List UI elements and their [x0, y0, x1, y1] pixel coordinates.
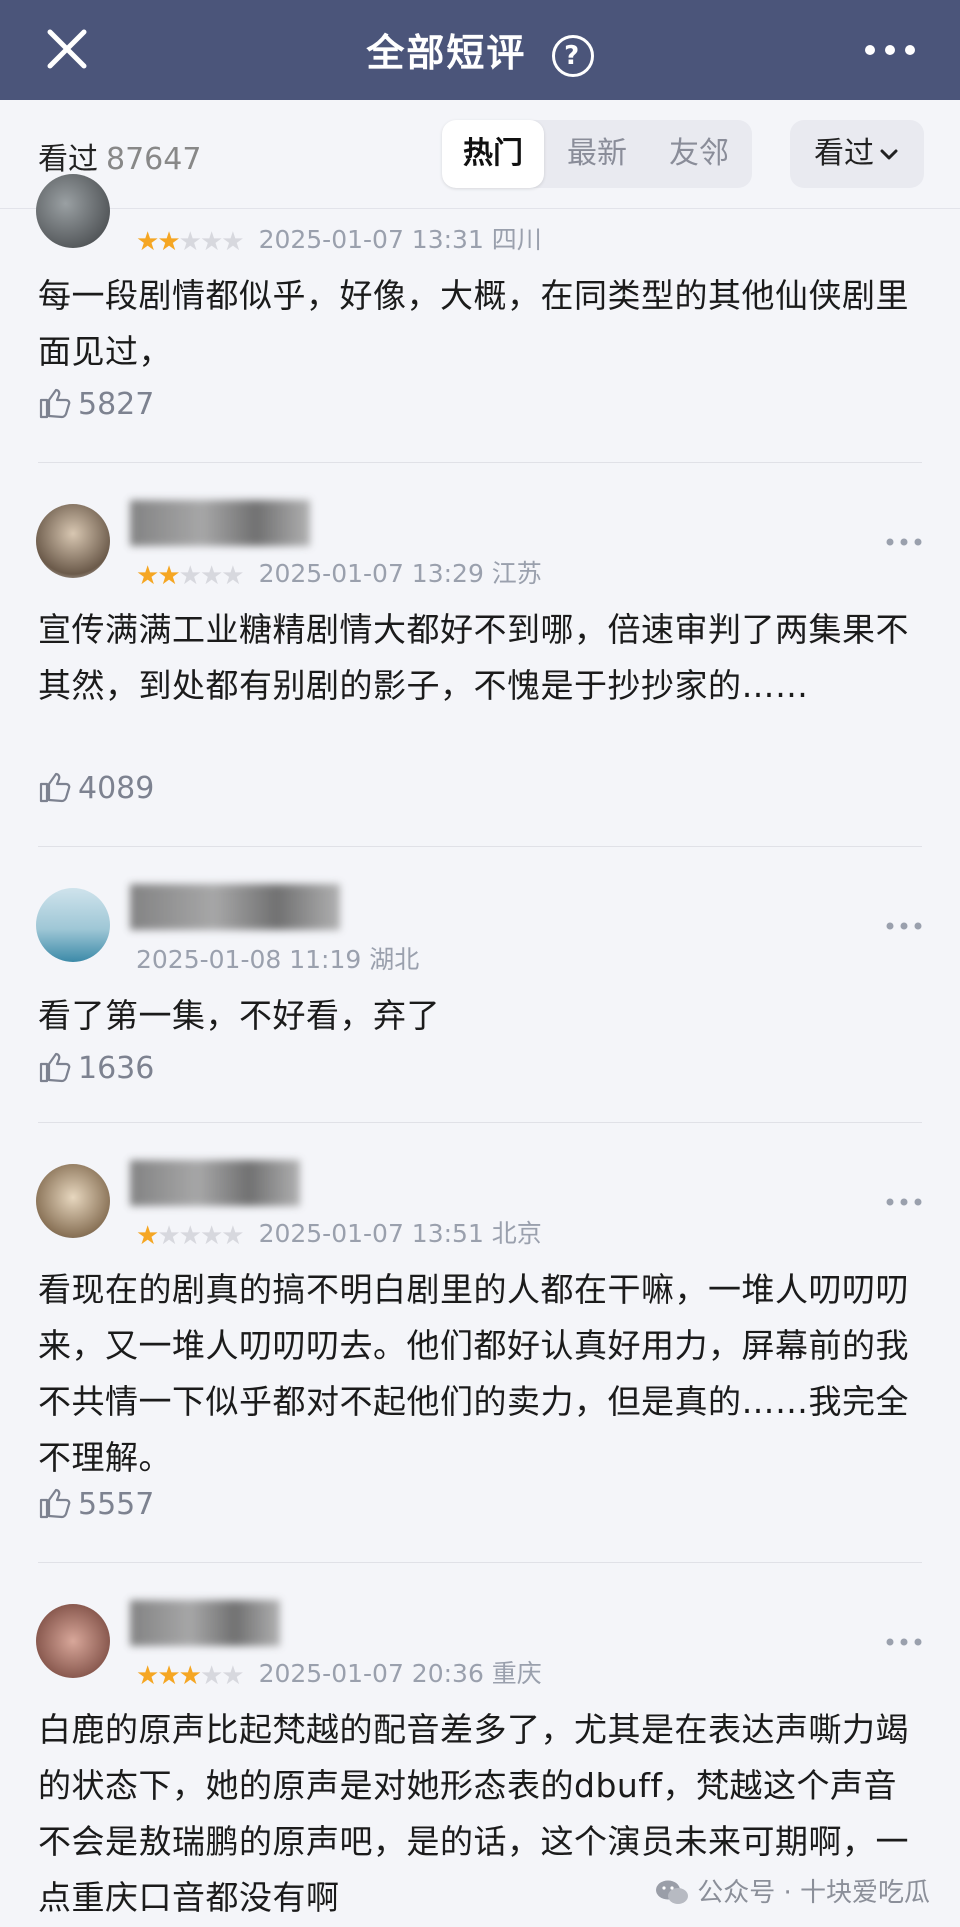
chevron-down-icon	[880, 149, 898, 159]
comment-text: 看了第一集，不好看，弃了	[38, 996, 440, 1035]
thumbs-up-icon	[39, 1052, 71, 1083]
star-filled-icon: ★	[136, 227, 160, 257]
like-button[interactable]: 5827	[38, 386, 154, 422]
filter-bar: 看过 87647 热门 最新 友邻 看过	[0, 100, 960, 209]
like-count: 5827	[78, 387, 155, 422]
like-count: 4089	[78, 771, 155, 806]
comment-location: 四川	[491, 225, 542, 254]
star-rating: ★★★★★	[136, 1661, 245, 1691]
comment-location: 重庆	[491, 1659, 542, 1688]
comment-location: 北京	[491, 1219, 542, 1248]
like-count: 1636	[78, 1051, 155, 1086]
divider	[38, 462, 922, 463]
divider	[38, 1122, 922, 1123]
like-button[interactable]: 1636	[38, 1050, 154, 1086]
page-title-wrap: 全部短评 ?	[0, 22, 960, 77]
thumbs-up-icon	[39, 388, 71, 419]
username-redacted	[130, 1600, 280, 1646]
tab-latest[interactable]: 最新	[546, 120, 648, 188]
star-empty-icon: ★	[199, 1661, 224, 1691]
avatar[interactable]	[36, 174, 110, 248]
comment-location: 江苏	[491, 559, 542, 588]
comment-date: 2025-01-07 13:31	[258, 225, 484, 254]
star-empty-icon: ★	[199, 227, 224, 257]
username-redacted	[130, 500, 310, 546]
comment-text: 看现在的剧真的搞不明白剧里的人都在干嘛，一堆人叨叨叨来，又一堆人叨叨叨去。他们都…	[38, 1270, 909, 1477]
like-button[interactable]: 4089	[38, 770, 154, 806]
avatar[interactable]	[36, 504, 110, 578]
star-empty-icon: ★	[221, 227, 245, 257]
divider	[38, 846, 922, 847]
watched-number: 87647	[106, 142, 202, 177]
username-redacted	[130, 884, 340, 930]
comment-date: 2025-01-07 13:29	[258, 559, 484, 588]
star-empty-icon: ★	[178, 227, 202, 257]
comment-location: 湖北	[369, 945, 420, 974]
comment-meta: ★★★★★ 2025-01-07 13:51 北京	[136, 1214, 542, 1251]
star-filled-icon: ★	[136, 561, 160, 591]
status-filter-label: 看过	[814, 136, 874, 171]
top-nav-bar: 全部短评 ?	[0, 0, 960, 100]
watched-label: 看过	[38, 142, 98, 177]
watermark: 公众号 · 十块爱吃瓜	[655, 1872, 930, 1909]
help-icon[interactable]: ?	[551, 34, 594, 77]
star-rating: ★★★★★	[136, 227, 245, 257]
comment-meta: 2025-01-08 11:19 湖北	[136, 940, 419, 976]
divider	[38, 1562, 922, 1563]
watched-count: 看过 87647	[38, 134, 201, 178]
star-filled-icon: ★	[136, 1221, 160, 1251]
comment-more-icon[interactable]	[884, 1632, 924, 1652]
star-empty-icon: ★	[157, 1221, 181, 1251]
like-button[interactable]: 5557	[38, 1486, 154, 1522]
thumbs-up-icon	[39, 772, 71, 803]
watermark-text: 公众号 · 十块爱吃瓜	[697, 1878, 930, 1908]
comment-more-icon[interactable]	[884, 532, 924, 552]
star-filled-icon: ★	[178, 1661, 202, 1691]
avatar[interactable]	[36, 1164, 110, 1238]
comment-meta: ★★★★★ 2025-01-07 13:31 四川	[136, 220, 542, 257]
star-filled-icon: ★	[157, 1661, 181, 1691]
star-empty-icon: ★	[199, 1221, 224, 1251]
wechat-icon	[656, 1880, 689, 1904]
star-filled-icon: ★	[157, 227, 181, 257]
like-count: 5557	[78, 1487, 155, 1522]
sort-tabs: 热门 最新 友邻	[442, 120, 752, 188]
star-filled-icon: ★	[157, 561, 181, 591]
tab-hot[interactable]: 热门	[442, 120, 544, 188]
page-title: 全部短评	[366, 31, 527, 75]
comment-text: 每一段剧情都似乎，好像，大概，在同类型的其他仙侠剧里面见过，	[38, 276, 909, 371]
comment-meta: ★★★★★ 2025-01-07 13:29 江苏	[136, 554, 542, 591]
comment-meta: ★★★★★ 2025-01-07 20:36 重庆	[136, 1654, 542, 1691]
star-rating: ★★★★★	[136, 561, 245, 591]
tab-friends[interactable]: 友邻	[648, 120, 750, 188]
star-empty-icon: ★	[178, 1221, 202, 1251]
comment-date: 2025-01-07 20:36	[258, 1659, 484, 1688]
comment-more-icon[interactable]	[884, 1192, 924, 1212]
comment-date: 2025-01-07 13:51	[258, 1219, 484, 1248]
comment-text: 宣传满满工业糖精剧情大都好不到哪，倍速审判了两集果不其然，到处都有别剧的影子，不…	[38, 610, 909, 705]
username-redacted	[130, 1160, 300, 1206]
star-empty-icon: ★	[199, 561, 224, 591]
avatar[interactable]	[36, 888, 110, 962]
star-filled-icon: ★	[136, 1661, 160, 1691]
avatar[interactable]	[36, 1604, 110, 1678]
star-empty-icon: ★	[178, 561, 202, 591]
star-empty-icon: ★	[221, 1661, 245, 1691]
star-empty-icon: ★	[221, 561, 245, 591]
comment-date: 2025-01-08 11:19	[136, 945, 362, 974]
star-rating: ★★★★★	[136, 1221, 245, 1251]
thumbs-up-icon	[39, 1488, 71, 1519]
star-empty-icon: ★	[221, 1221, 245, 1251]
more-options-icon[interactable]	[860, 30, 920, 70]
status-filter-dropdown[interactable]: 看过	[790, 120, 924, 188]
comment-more-icon[interactable]	[884, 916, 924, 936]
